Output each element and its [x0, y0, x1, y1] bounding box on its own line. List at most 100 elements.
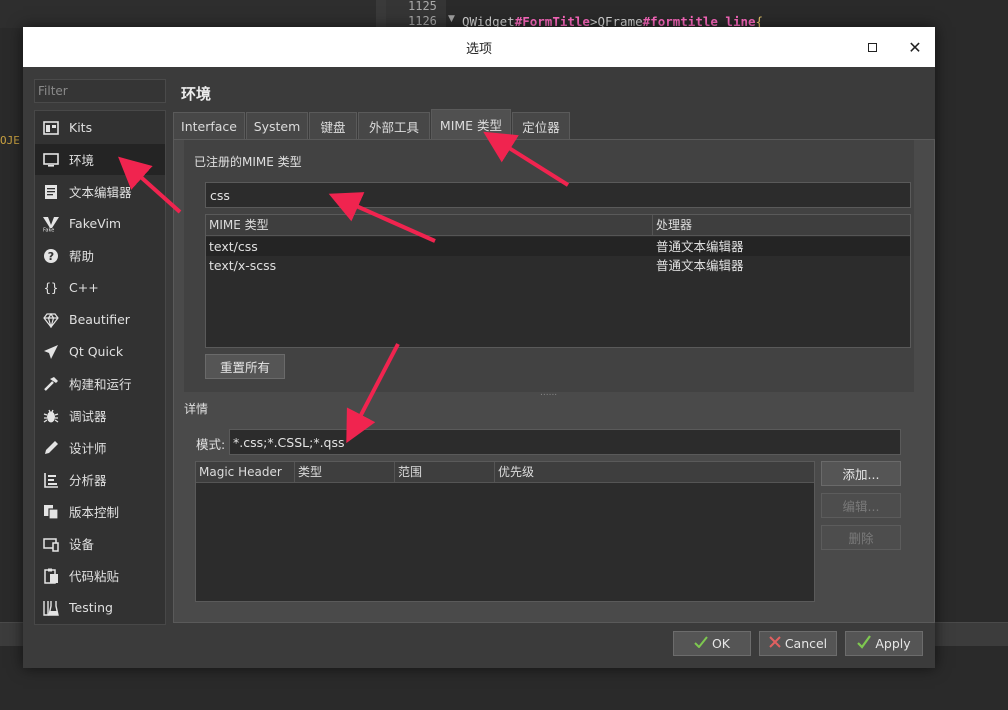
category-label: 构建和运行 [69, 377, 132, 392]
registered-mime-title: 已注册的MIME 类型 [194, 155, 302, 169]
options-dialog: 选项 ✕ Filter Kits 环境 文本编辑器 Fake FakeVim ?… [23, 27, 935, 668]
pattern-label: 模式: [196, 437, 226, 452]
cancel-button[interactable]: Cancel [759, 631, 837, 656]
analyzer-icon [42, 471, 60, 489]
add-button[interactable]: 添加... [821, 461, 901, 486]
apply-icon [857, 634, 872, 653]
tab-mime-types[interactable]: MIME 类型 [431, 109, 511, 139]
category-item-qt-quick[interactable]: Qt Quick [35, 336, 165, 367]
category-item-build-run[interactable]: 构建和运行 [35, 368, 165, 399]
editor-side-text: OJE [0, 134, 20, 147]
version-control-icon [42, 503, 60, 521]
details-title: 详情 [184, 402, 209, 416]
category-item-environment[interactable]: 环境 [35, 144, 165, 175]
monitor-icon [42, 151, 60, 169]
handler-cell: 普通文本编辑器 [656, 258, 744, 273]
edit-button[interactable]: 编辑... [821, 493, 901, 518]
pattern-input[interactable]: *.css;*.CSSL;*.qss [229, 429, 901, 455]
category-item-debugger[interactable]: 调试器 [35, 400, 165, 431]
table-row[interactable]: text/x-scss 普通文本编辑器 [206, 256, 910, 275]
remove-button[interactable]: 删除 [821, 525, 901, 550]
category-label: 文本编辑器 [69, 185, 132, 200]
category-label: 代码粘贴 [69, 569, 120, 584]
category-label: 调试器 [69, 409, 107, 424]
splitter-handle[interactable]: ...... [540, 388, 557, 398]
maximize-button[interactable] [859, 35, 885, 59]
braces-icon: {} [43, 280, 59, 295]
cancel-icon [769, 635, 781, 652]
category-item-code-paste[interactable]: 代码粘贴 [35, 560, 165, 591]
ok-label: OK [711, 636, 731, 651]
category-item-help[interactable]: ? 帮助 [35, 240, 165, 271]
column-header-priority[interactable]: 优先级 [495, 462, 814, 483]
category-item-cpp[interactable]: {} C++ [35, 272, 165, 303]
editor-gutter [376, 0, 386, 28]
fold-arrow-icon[interactable]: ▼ [448, 14, 455, 24]
column-header-type[interactable]: 类型 [295, 462, 395, 483]
device-icon [42, 535, 60, 553]
category-item-devices[interactable]: 设备 [35, 528, 165, 559]
column-header-range[interactable]: 范围 [395, 462, 495, 483]
maximize-icon [867, 42, 877, 52]
category-label: 设计师 [69, 441, 107, 456]
category-label: C++ [69, 280, 99, 295]
category-label: 版本控制 [69, 505, 120, 520]
hammer-icon [42, 375, 60, 393]
category-item-version-control[interactable]: 版本控制 [35, 496, 165, 527]
line-number: 1126 [408, 14, 437, 28]
category-item-beautifier[interactable]: Beautifier [35, 304, 165, 335]
column-header-mime-type[interactable]: MIME 类型 [206, 215, 653, 236]
editor-left-pane [0, 0, 376, 28]
mime-type-table[interactable]: MIME 类型 处理器 text/css 普通文本编辑器 text/x-scss… [205, 214, 911, 348]
close-icon: ✕ [908, 37, 922, 57]
fakevim-icon: Fake [42, 215, 60, 233]
tab-keyboard[interactable]: 键盘 [309, 112, 357, 139]
category-item-text-editor[interactable]: 文本编辑器 [35, 176, 165, 207]
tab-interface[interactable]: Interface [173, 112, 245, 139]
close-button[interactable]: ✕ [902, 35, 928, 59]
category-item-kits[interactable]: Kits [35, 112, 165, 143]
category-label: Qt Quick [69, 344, 124, 359]
cancel-label: Cancel [784, 636, 828, 651]
category-list[interactable]: Kits 环境 文本编辑器 Fake FakeVim ? 帮助 {} C++ B… [34, 110, 166, 625]
reset-all-button[interactable]: 重置所有 [205, 354, 285, 379]
mime-type-cell: text/x-scss [209, 258, 277, 273]
category-item-designer[interactable]: 设计师 [35, 432, 165, 463]
diamond-icon [42, 311, 60, 329]
kits-icon [42, 119, 60, 137]
svg-text:?: ? [48, 250, 54, 263]
apply-button[interactable]: Apply [845, 631, 923, 656]
flask-icon [42, 599, 60, 617]
ok-button[interactable]: OK [673, 631, 751, 656]
tab-system[interactable]: System [246, 112, 308, 139]
category-label: 分析器 [69, 473, 107, 488]
editor-line-numbers: 1125 1126 [386, 0, 446, 28]
category-filter-input[interactable]: Filter [34, 79, 166, 103]
svg-text:Fake: Fake [43, 227, 54, 232]
dialog-title: 选项 [465, 42, 492, 57]
magic-header-table[interactable]: Magic Header 类型 范围 优先级 [195, 461, 815, 602]
category-item-fakevim[interactable]: Fake FakeVim [35, 208, 165, 239]
column-header-handler[interactable]: 处理器 [653, 215, 910, 236]
tab-locator[interactable]: 定位器 [512, 112, 570, 139]
column-header-magic-header[interactable]: Magic Header [196, 462, 295, 483]
paper-plane-icon [42, 343, 60, 361]
tab-external-tools[interactable]: 外部工具 [358, 112, 430, 139]
line-number: 1125 [408, 0, 437, 13]
category-label: 环境 [69, 153, 95, 168]
category-label: FakeVim [69, 216, 122, 231]
category-item-testing[interactable]: Testing [35, 592, 165, 623]
category-label: Testing [69, 600, 113, 615]
table-row[interactable]: text/css 普通文本编辑器 [206, 237, 910, 256]
mime-type-cell: text/css [209, 239, 258, 254]
section-title: 环境 [181, 85, 212, 103]
mime-filter-input[interactable]: css [205, 182, 911, 208]
dialog-titlebar[interactable]: 选项 ✕ [23, 27, 935, 67]
category-label: 帮助 [69, 249, 95, 264]
mime-types-panel: 已注册的MIME 类型 css MIME 类型 处理器 text/css 普通文… [173, 139, 935, 623]
apply-label: Apply [875, 636, 911, 651]
text-editor-icon [42, 183, 60, 201]
registered-mime-group: 已注册的MIME 类型 css MIME 类型 处理器 text/css 普通文… [184, 140, 914, 392]
table-header: MIME 类型 处理器 [206, 215, 910, 236]
category-item-analyzer[interactable]: 分析器 [35, 464, 165, 495]
